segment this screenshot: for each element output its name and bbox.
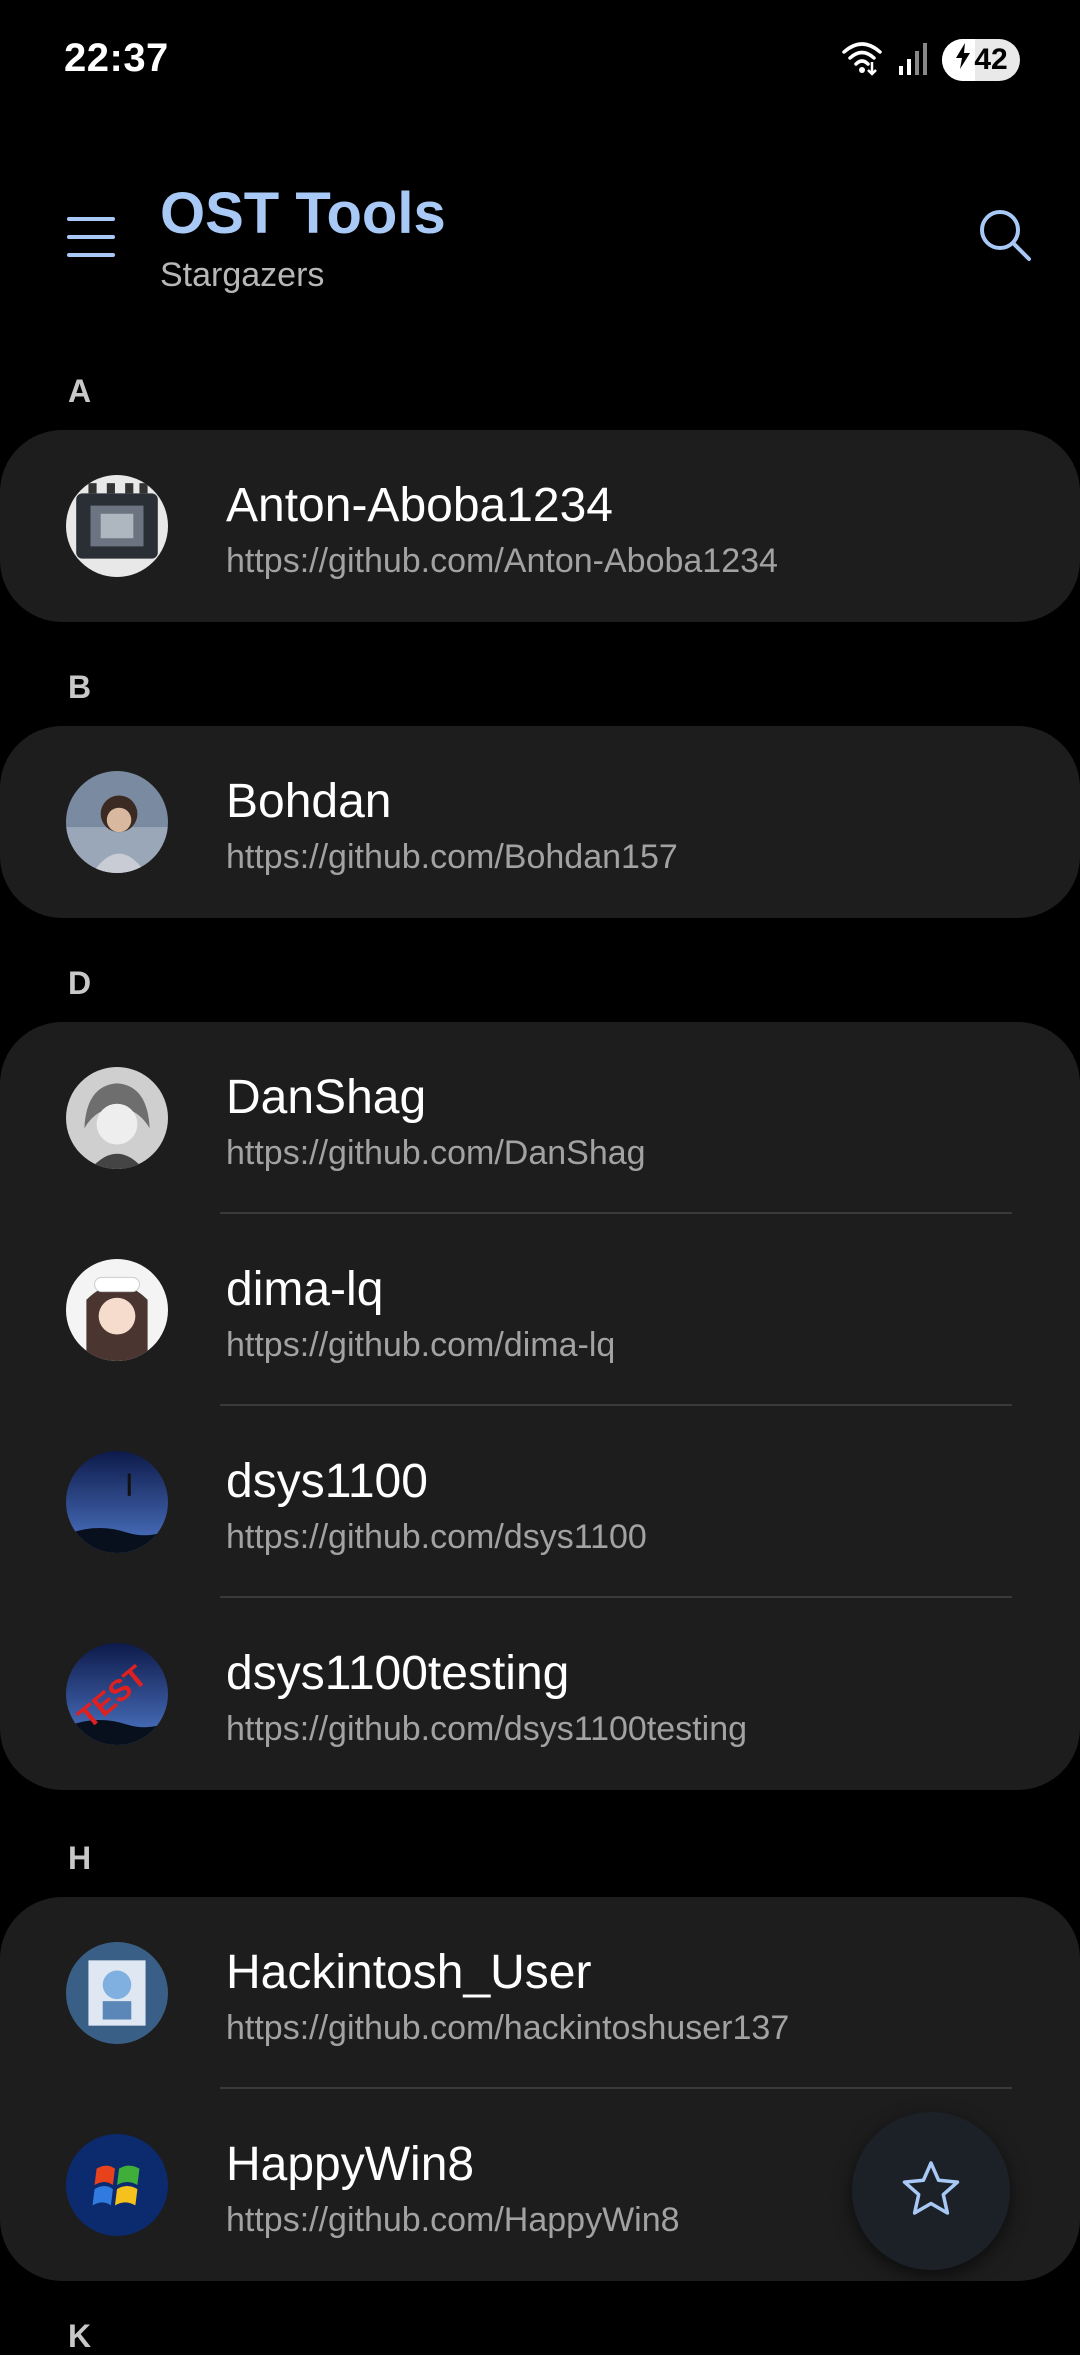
status-time: 22:37 (64, 36, 169, 80)
user-url: https://github.com/HappyWin8 (226, 2201, 680, 2239)
avatar (66, 475, 168, 577)
user-url: https://github.com/DanShag (226, 1134, 646, 1172)
user-url: https://github.com/dsys1100 (226, 1518, 647, 1556)
section-header-k: K (68, 2318, 92, 2354)
user-url: https://github.com/hackintoshuser137 (226, 2009, 790, 2047)
avatar: TEST (66, 1643, 168, 1745)
app-title: OST Tools (160, 181, 446, 246)
user-name: dsys1100testing (226, 1647, 570, 1700)
user-url: https://github.com/Bohdan157 (226, 838, 678, 876)
page-subtitle: Stargazers (160, 256, 325, 294)
menu-button[interactable] (60, 208, 122, 270)
search-button[interactable] (970, 202, 1040, 272)
status-bar: 22:37 42 (0, 0, 1080, 120)
battery-level: 42 (974, 43, 1008, 76)
list-item[interactable]: Bohdan https://github.com/Bohdan157 (0, 726, 1080, 918)
charging-bolt-icon (954, 42, 972, 78)
list-item[interactable]: dsys1100 https://github.com/dsys1100 (0, 1406, 1080, 1598)
section-header-h: H (68, 1840, 92, 1876)
user-url: https://github.com/dsys1100testing (226, 1710, 748, 1748)
avatar (66, 1067, 168, 1169)
cellular-signal-icon (898, 40, 928, 81)
wifi-icon (840, 38, 884, 83)
user-name: Bohdan (226, 775, 392, 828)
list-item[interactable]: TEST dsys1100testing https://github.com/… (0, 1598, 1080, 1790)
user-name: DanShag (226, 1071, 427, 1124)
list-item[interactable]: DanShag https://github.com/DanShag (0, 1022, 1080, 1214)
user-name: Anton-Aboba1234 (226, 479, 613, 532)
user-name: dsys1100 (226, 1455, 428, 1508)
avatar (66, 1259, 168, 1361)
app-header: OST Tools Stargazers (0, 160, 1080, 310)
status-icons: 42 (840, 38, 1020, 82)
avatar (66, 2134, 168, 2236)
section-card-b: Bohdan https://github.com/Bohdan157 (0, 726, 1080, 918)
avatar (66, 1451, 168, 1553)
star-fab-button[interactable] (852, 2112, 1010, 2270)
hamburger-menu-icon (67, 215, 115, 264)
user-name: dima-lq (226, 1263, 384, 1316)
list-item[interactable]: Hackintosh_User https://github.com/hacki… (0, 1897, 1080, 2089)
avatar (66, 771, 168, 873)
section-card-a: Anton-Aboba1234 https://github.com/Anton… (0, 430, 1080, 622)
section-header-d: D (68, 965, 92, 1001)
user-name: Hackintosh_User (226, 1946, 592, 1999)
section-header-b: B (68, 669, 92, 705)
user-name: HappyWin8 (226, 2138, 475, 2191)
section-header-a: A (68, 373, 92, 409)
avatar (66, 1942, 168, 2044)
search-icon (977, 207, 1033, 268)
star-icon (901, 2160, 961, 2223)
list-item[interactable]: Anton-Aboba1234 https://github.com/Anton… (0, 430, 1080, 622)
section-card-d: DanShag https://github.com/DanShag dima-… (0, 1022, 1080, 1790)
user-url: https://github.com/Anton-Aboba1234 (226, 542, 778, 580)
battery-indicator: 42 (942, 39, 1020, 81)
list-item[interactable]: dima-lq https://github.com/dima-lq (0, 1214, 1080, 1406)
user-url: https://github.com/dima-lq (226, 1326, 616, 1364)
